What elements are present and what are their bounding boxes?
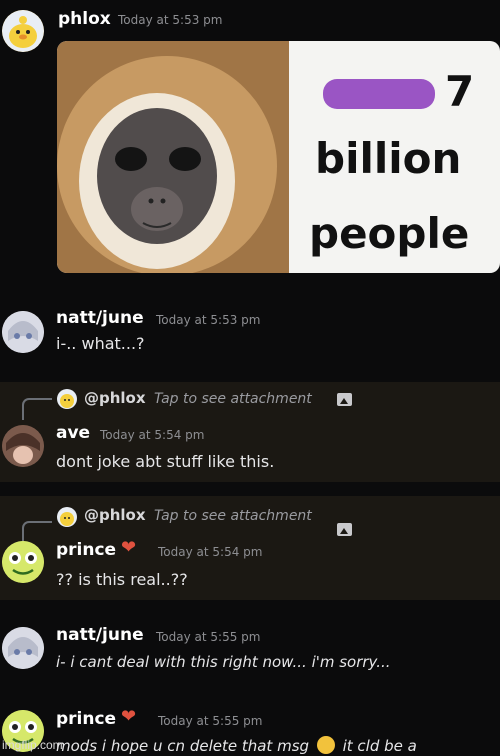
message-text: i- i cant deal with this right now... i'…: [56, 653, 391, 671]
username[interactable]: natt/june: [56, 625, 144, 645]
reply-attachment-link[interactable]: Tap to see attachment: [154, 391, 312, 407]
reply-avatar: [57, 389, 77, 409]
avatar[interactable]: [2, 425, 44, 467]
reply-avatar: [57, 507, 77, 527]
timestamp: Today at 5:53 pm: [118, 13, 223, 27]
meme-line-1: 7: [445, 67, 475, 116]
username[interactable]: prince: [56, 709, 116, 729]
avatar-duck-icon: [60, 512, 74, 526]
avatar-anime-icon: [2, 627, 44, 669]
reply-connector: [22, 521, 52, 543]
watermark: imgflip.com: [2, 738, 63, 752]
avatar-anime-icon: [2, 425, 44, 467]
image-icon: [337, 523, 352, 536]
meme-line-2: billion: [315, 134, 462, 183]
image-attachment[interactable]: 7 billion people: [57, 41, 500, 273]
message-text: i-.. what...?: [56, 334, 145, 353]
avatar[interactable]: [2, 10, 44, 52]
reply-username[interactable]: @phlox: [84, 506, 146, 524]
timestamp: Today at 5:54 pm: [158, 545, 263, 559]
redaction-scribble: [323, 79, 435, 109]
username[interactable]: phlox: [58, 9, 111, 29]
message-text: mods i hope u cn delete that msg it cld …: [56, 736, 417, 755]
timestamp: Today at 5:55 pm: [156, 630, 261, 644]
heart-icon: ❤: [121, 537, 137, 558]
crying-emoji-icon: [316, 736, 335, 754]
avatar-frog-icon: [2, 541, 44, 583]
username[interactable]: prince: [56, 540, 116, 560]
timestamp: Today at 5:55 pm: [158, 714, 263, 728]
timestamp: Today at 5:54 pm: [100, 428, 205, 442]
meme-line-3: people: [309, 209, 470, 258]
heart-icon: ❤: [121, 706, 137, 727]
avatar-duck-icon: [60, 394, 74, 408]
avatar[interactable]: [2, 627, 44, 669]
username[interactable]: natt/june: [56, 308, 144, 328]
avatar-duck-icon: [2, 10, 44, 52]
avatar[interactable]: [2, 311, 44, 353]
image-icon: [337, 393, 352, 406]
message-text-part: mods i hope u cn delete that msg: [56, 737, 310, 755]
message-text: ?? is this real..??: [56, 570, 188, 589]
reply-username[interactable]: @phlox: [84, 389, 146, 407]
monkey-photo: [57, 41, 289, 273]
reply-connector: [22, 398, 52, 420]
timestamp: Today at 5:53 pm: [156, 313, 261, 327]
username[interactable]: ave: [56, 423, 90, 443]
reply-attachment-link[interactable]: Tap to see attachment: [154, 508, 312, 524]
avatar[interactable]: [2, 541, 44, 583]
avatar-anime-icon: [2, 311, 44, 353]
message-text: dont joke abt stuff like this.: [56, 452, 275, 471]
message-text-part: it cld be a: [342, 737, 417, 755]
